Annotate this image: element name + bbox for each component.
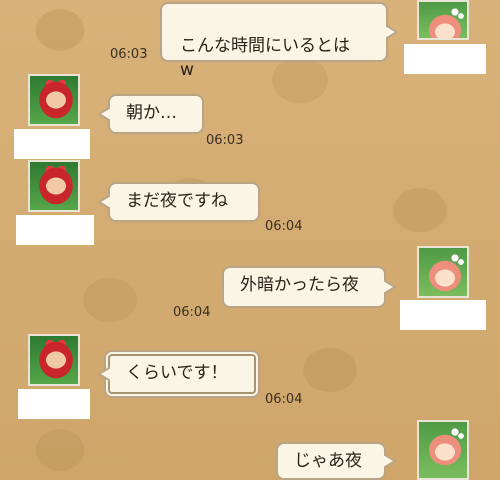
avatar-red-2[interactable] bbox=[28, 160, 80, 212]
timestamp-5: 06:04 bbox=[265, 392, 303, 407]
timestamp-2: 06:03 bbox=[206, 133, 244, 148]
name-plate-1 bbox=[404, 44, 486, 74]
message-text-2: 朝か… bbox=[126, 103, 177, 123]
message-bubble-1: こんな時間にいるとは w bbox=[160, 2, 398, 80]
message-bubble-6: じゃあ夜 bbox=[276, 442, 396, 480]
timestamp-4: 06:04 bbox=[173, 305, 211, 320]
timestamp-1: 06:03 bbox=[110, 47, 148, 62]
message-bubble-4: 外暗かったら夜 bbox=[222, 266, 396, 308]
name-plate-5 bbox=[18, 389, 90, 419]
message-text-5: くらいです！ bbox=[126, 363, 228, 383]
avatar-pink-3[interactable] bbox=[417, 420, 469, 480]
timestamp-3: 06:04 bbox=[265, 219, 303, 234]
message-text-4: 外暗かったら夜 bbox=[240, 275, 359, 295]
name-plate-2 bbox=[14, 129, 90, 159]
avatar-red-3[interactable] bbox=[28, 334, 80, 386]
message-text-3: まだ夜ですね bbox=[126, 191, 228, 211]
message-bubble-3: まだ夜ですね bbox=[98, 182, 260, 222]
name-plate-4 bbox=[400, 300, 486, 330]
message-bubble-5: くらいです！ bbox=[98, 354, 256, 394]
avatar-pink-2[interactable] bbox=[417, 246, 469, 298]
avatar-pink-1[interactable] bbox=[417, 0, 469, 40]
message-text-6: じゃあ夜 bbox=[294, 451, 362, 471]
name-plate-3 bbox=[16, 215, 94, 245]
message-bubble-2: 朝か… bbox=[98, 94, 204, 134]
chat-screen: { "messages": [ {"text": "こんな時間にいるとは\nw"… bbox=[0, 0, 500, 480]
avatar-red-1[interactable] bbox=[28, 74, 80, 126]
message-text-1: こんな時間にいるとは w bbox=[180, 36, 350, 80]
